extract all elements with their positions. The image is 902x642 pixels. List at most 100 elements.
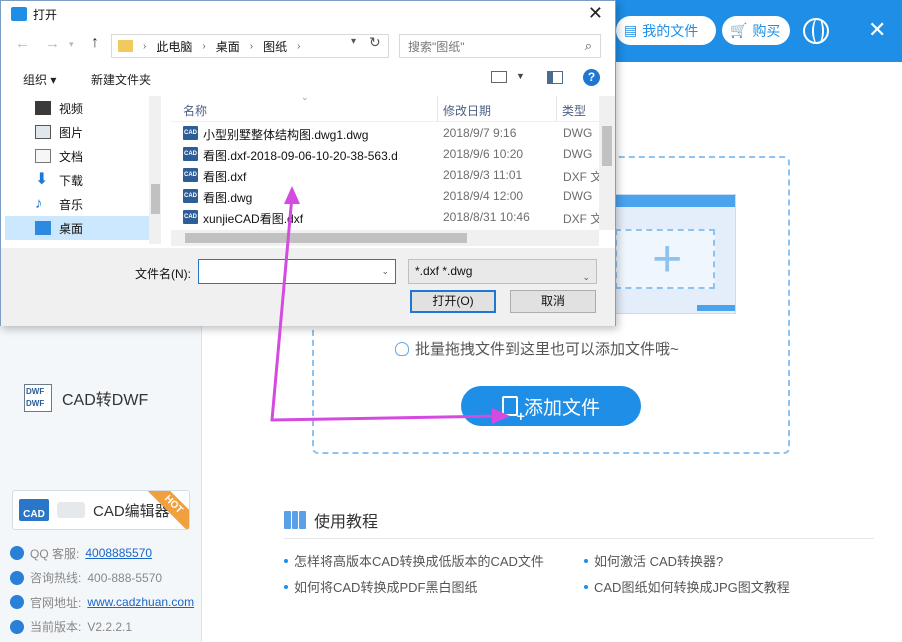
download-folder-icon: ⬇ [35, 171, 49, 188]
illustration-titlebar [597, 195, 735, 207]
my-files-label: 我的文件 [642, 22, 699, 39]
file-type: DXF 文 [563, 212, 603, 226]
file-list-horizontal-scrollbar[interactable] [171, 230, 599, 246]
nav-item-label: 图片 [59, 125, 84, 140]
address-bar[interactable]: › 此电脑 › 桌面 › 图纸 › [111, 34, 389, 58]
cad-file-icon: CAD [183, 210, 198, 224]
nav-item-documents[interactable]: 文档 [5, 144, 161, 168]
new-folder-button[interactable]: 新建文件夹 [91, 71, 151, 88]
browser-icon [10, 595, 24, 610]
add-file-button[interactable]: 添加文件 [461, 386, 641, 426]
books-icon [284, 511, 307, 529]
column-date[interactable]: 修改日期 [443, 102, 491, 119]
buy-button[interactable]: 🛒 购买 [722, 16, 790, 45]
nav-item-videos[interactable]: 视频 [5, 96, 161, 120]
video-folder-icon [35, 101, 51, 115]
preview-pane-icon[interactable] [547, 71, 563, 84]
breadcrumb-item[interactable]: 图纸 [263, 38, 287, 55]
nav-scrollbar[interactable] [149, 96, 161, 244]
tutorial-link[interactable]: 如何将CAD转换成PDF黑白图纸 [284, 577, 477, 596]
file-list-vertical-scrollbar[interactable] [599, 96, 615, 230]
tutorial-link[interactable]: CAD图纸如何转换成JPG图文教程 [584, 577, 790, 596]
phone-icon [10, 570, 24, 585]
nav-item-label: 桌面 [59, 221, 84, 236]
desktop-folder-icon [35, 221, 51, 235]
cad-file-icon: CAD [183, 126, 198, 140]
dwf-file-icon: DWF DWF [24, 384, 52, 412]
tutorial-link[interactable]: 如何激活 CAD转换器? [584, 551, 723, 570]
breadcrumb-item[interactable]: 桌面 [216, 38, 240, 55]
folder-icon [118, 40, 133, 52]
tutorial-heading: 使用教程 [284, 508, 378, 532]
cancel-button[interactable]: 取消 [510, 290, 596, 313]
open-button[interactable]: 打开(O) [410, 290, 496, 313]
version-row: 当前版本: V2.2.2.1 [10, 615, 194, 640]
view-options-icon[interactable] [491, 71, 507, 83]
column-type[interactable]: 类型 [562, 102, 586, 119]
globe-icon[interactable] [803, 18, 829, 44]
my-files-button[interactable]: ▤ 我的文件 [616, 16, 716, 45]
file-name: xunjieCAD看图.dxf [203, 212, 304, 226]
contact-info: QQ 客服: 4008885570 咨询热线: 400-888-5570 官网地… [10, 541, 194, 639]
info-label: 官网地址: [30, 595, 82, 610]
version-value: V2.2.2.1 [87, 619, 133, 634]
version-icon [10, 619, 24, 634]
up-arrow-icon[interactable]: ↑ [91, 34, 99, 52]
filename-input[interactable]: ⌄ [198, 259, 396, 284]
chevron-right-icon: › [202, 40, 206, 52]
file-name: 看图.dwg [203, 191, 253, 205]
refresh-icon[interactable]: ↻ [369, 34, 381, 51]
dialog-close-icon[interactable]: ✕ [588, 3, 603, 24]
help-icon[interactable]: ? [583, 69, 600, 86]
info-label: 咨询热线: [30, 571, 82, 586]
sort-indicator-icon: ⌄ [301, 96, 309, 102]
sidebar-item-cad-to-dwf[interactable]: DWF DWF CAD转DWF [24, 384, 148, 412]
illustration-footer [697, 305, 735, 311]
nav-item-music[interactable]: ♪ 音乐 [5, 192, 161, 216]
nav-item-downloads[interactable]: ⬇ 下载 [5, 168, 161, 192]
file-row[interactable]: CAD 看图.dwg 2018/9/4 12:00 DWG [171, 185, 615, 206]
chevron-down-icon[interactable]: ▼ [516, 71, 525, 81]
history-dropdown-icon[interactable]: ▾ [69, 39, 74, 50]
chevron-down-icon[interactable]: ⌄ [381, 266, 389, 277]
tutorial-link[interactable]: 怎样将高版本CAD转换成低版本的CAD文件 [284, 551, 544, 570]
address-row: ← → ▾ ↑ › 此电脑 › 桌面 › 图纸 › ▾ ↻ 搜索"图纸" ⌕ [1, 31, 615, 59]
search-input[interactable]: 搜索"图纸" ⌕ [399, 34, 601, 58]
organize-menu[interactable]: 组织 ▾ [23, 71, 56, 88]
scrollbar-thumb[interactable] [602, 126, 612, 166]
info-label: 当前版本: [30, 620, 82, 635]
file-row[interactable]: CAD 看图.dxf-2018-09-06-10-20-38-563.d 201… [171, 143, 615, 164]
file-row[interactable]: CAD 看图.dxf 2018/9/3 11:01 DXF 文 [171, 164, 615, 185]
dialog-title: 打开 [33, 7, 58, 22]
file-row[interactable]: CAD 小型别墅整体结构图.dwg1.dwg 2018/9/7 9:16 DWG [171, 122, 615, 143]
close-icon[interactable]: ✕ [868, 16, 886, 44]
tutorial-link-text: 如何将CAD转换成PDF黑白图纸 [294, 580, 478, 595]
qq-link[interactable]: 4008885570 [85, 546, 152, 560]
nav-item-desktop[interactable]: 桌面 [5, 216, 161, 240]
lightbulb-icon [395, 341, 409, 356]
file-type-filter[interactable]: *.dxf *.dwg ⌄ [408, 259, 597, 284]
scrollbar-thumb[interactable] [151, 184, 160, 214]
file-date: 2018/9/4 12:00 [443, 189, 524, 203]
nav-item-pictures[interactable]: 图片 [5, 120, 161, 144]
breadcrumb-item[interactable]: 此电脑 [156, 38, 192, 55]
website-link[interactable]: www.cadzhuan.com [87, 595, 194, 609]
qq-support-row: QQ 客服: 4008885570 [10, 541, 194, 566]
column-divider[interactable] [437, 96, 438, 122]
buy-label: 购买 [752, 22, 781, 39]
back-arrow-icon[interactable]: ← [15, 35, 30, 52]
filter-value: *.dxf *.dwg [415, 264, 473, 278]
nav-item-label: 文档 [59, 149, 84, 164]
chevron-down-icon[interactable]: ▾ [351, 36, 356, 47]
column-divider[interactable] [556, 96, 557, 122]
dialog-titlebar[interactable]: 打开 [1, 1, 615, 27]
forward-arrow-icon[interactable]: → [45, 35, 60, 52]
scrollbar-thumb[interactable] [185, 233, 467, 243]
chevron-down-icon: ⌄ [582, 272, 590, 282]
app-icon [11, 7, 27, 21]
column-name[interactable]: 名称 [183, 102, 207, 119]
hotline-row: 咨询热线: 400-888-5570 [10, 566, 194, 591]
drop-illustration: + [596, 194, 736, 314]
cad-editor-button[interactable]: CAD CAD编辑器 HOT [12, 490, 190, 530]
file-row[interactable]: CAD xunjieCAD看图.dxf 2018/8/31 10:46 DXF … [171, 206, 615, 227]
